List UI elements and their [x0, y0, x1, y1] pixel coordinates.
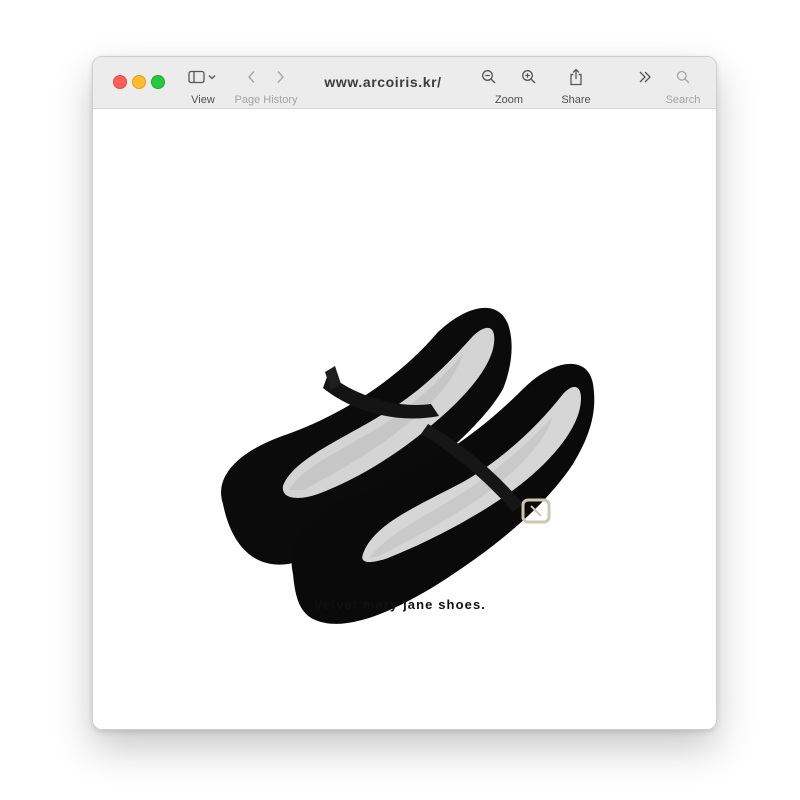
search-button[interactable]: Search — [663, 67, 703, 106]
zoom-control: Zoom — [481, 67, 537, 106]
search-label: Search — [665, 94, 701, 106]
minimize-window-button[interactable] — [132, 75, 146, 89]
page-content — [93, 109, 716, 729]
browser-window: View Page History www.arcoiris.kr/ Zoom … — [92, 56, 717, 730]
more-toolbar-items-button[interactable] — [634, 67, 656, 87]
zoom-label: Zoom — [494, 94, 524, 106]
maximize-window-button[interactable] — [151, 75, 165, 89]
view-label: View — [191, 94, 215, 106]
share-button[interactable]: Share — [558, 67, 594, 106]
share-icon — [570, 68, 582, 86]
chevron-left-icon[interactable] — [242, 70, 262, 84]
search-icon — [676, 70, 690, 84]
view-button[interactable]: View — [187, 67, 219, 106]
zoom-out-icon[interactable] — [481, 69, 497, 85]
product-image — [221, 307, 595, 624]
share-label: Share — [561, 94, 591, 106]
browser-toolbar: View Page History www.arcoiris.kr/ Zoom … — [93, 57, 716, 109]
address-bar[interactable]: www.arcoiris.kr/ — [303, 74, 463, 90]
product-caption: Velvet mary jane shoes. — [314, 597, 486, 612]
close-window-button[interactable] — [113, 75, 127, 89]
page-history-label: Page History — [234, 94, 298, 106]
double-chevron-right-icon — [639, 71, 651, 83]
chevron-right-icon[interactable] — [270, 70, 290, 84]
zoom-in-icon[interactable] — [521, 69, 537, 85]
sidebar-toggle-icon — [188, 70, 216, 84]
page-history-control: Page History — [232, 67, 300, 106]
